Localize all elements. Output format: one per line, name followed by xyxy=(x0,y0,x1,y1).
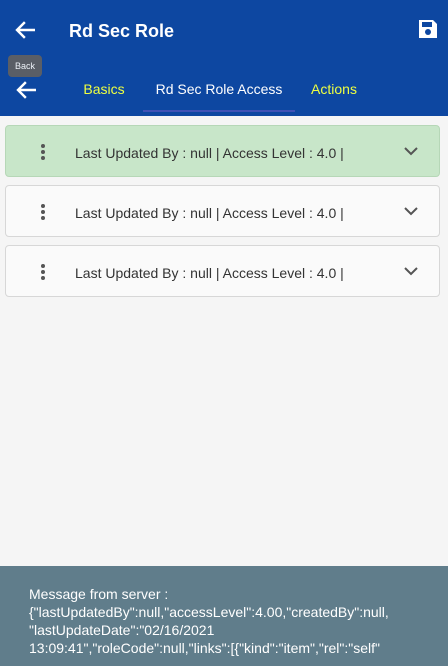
more-vertical-icon[interactable] xyxy=(34,202,52,222)
toast-line: {"lastUpdatedBy":null,"accessLevel":4.00… xyxy=(29,604,389,620)
tabs-back-button[interactable] xyxy=(12,78,40,102)
list-item[interactable]: Last Updated By : null | Access Level : … xyxy=(5,125,440,177)
list-item-text: Last Updated By : null | Access Level : … xyxy=(75,205,344,221)
save-button[interactable] xyxy=(416,17,440,41)
access-list: Last Updated By : null | Access Level : … xyxy=(5,125,440,305)
arrow-left-icon xyxy=(16,81,36,99)
more-vertical-icon[interactable] xyxy=(34,262,52,282)
chevron-down-icon[interactable] xyxy=(401,261,421,281)
arrow-left-icon xyxy=(15,21,35,39)
back-tooltip: Back xyxy=(8,55,42,77)
tab-rd-sec-role-access[interactable]: Rd Sec Role Access xyxy=(143,80,295,112)
list-item-text: Last Updated By : null | Access Level : … xyxy=(75,145,344,161)
tab-basics[interactable]: Basics xyxy=(70,80,138,110)
tab-actions[interactable]: Actions xyxy=(300,80,368,110)
list-item-text: Last Updated By : null | Access Level : … xyxy=(75,265,344,281)
list-item[interactable]: Last Updated By : null | Access Level : … xyxy=(5,245,440,297)
toast-line: 13:09:41","roleCode":null,"links":[{"kin… xyxy=(29,640,380,656)
page-title: Rd Sec Role xyxy=(69,21,175,41)
list-item[interactable]: Last Updated By : null | Access Level : … xyxy=(5,185,440,237)
server-message-toast: Message from server : {"lastUpdatedBy":n… xyxy=(0,566,448,666)
chevron-down-icon[interactable] xyxy=(401,141,421,161)
floppy-disk-icon xyxy=(419,20,437,38)
more-vertical-icon[interactable] xyxy=(34,142,52,162)
app-bar: Rd Sec Role Basics Rd Sec Role Access Ac… xyxy=(0,0,448,116)
back-button[interactable] xyxy=(11,16,39,44)
chevron-down-icon[interactable] xyxy=(401,201,421,221)
toast-line: "lastUpdateDate":"02/16/2021 xyxy=(29,622,215,638)
toast-line: Message from server : xyxy=(29,586,169,602)
